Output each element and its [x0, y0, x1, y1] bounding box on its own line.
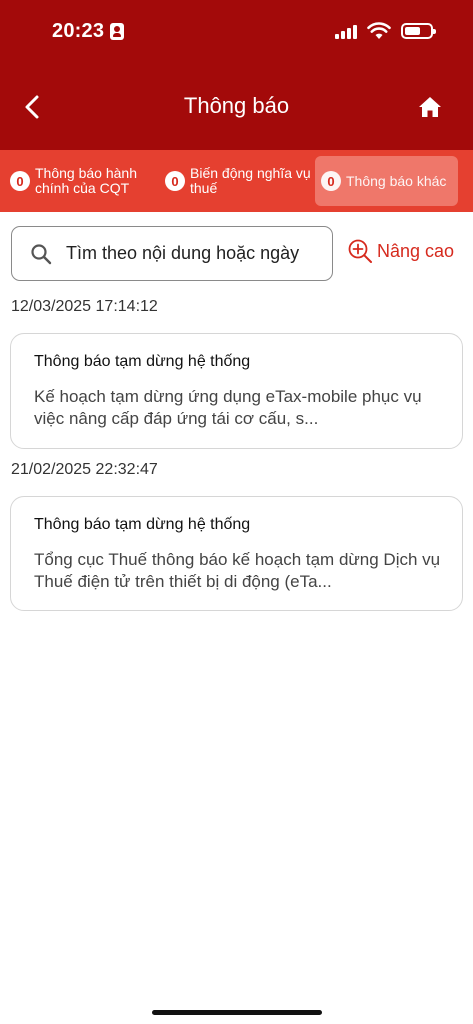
battery-icon — [401, 23, 436, 39]
notification-card[interactable]: Thông báo tạm dừng hệ thống Kế hoạch tạm… — [10, 333, 463, 449]
notification-preview: Kế hoạch tạm dừng ứng dụng eTax-mobile p… — [34, 387, 422, 428]
tab-label: Biến động nghĩa vụ thuế — [190, 165, 311, 196]
wifi-icon — [367, 22, 391, 39]
home-indicator[interactable] — [152, 1010, 322, 1015]
status-time: 20:23 — [52, 20, 105, 42]
count-badge: 0 — [10, 171, 30, 191]
count-badge: 0 — [165, 171, 185, 191]
notification-preview: Tổng cục Thuế thông báo kế hoạch tạm dừn… — [34, 550, 441, 591]
contact-card-icon — [110, 23, 124, 40]
tab-label: Thông báo khác — [346, 172, 447, 189]
status-icons — [335, 22, 436, 40]
zoom-in-icon — [348, 239, 372, 263]
app-header: 20:23 Thông báo — [0, 0, 473, 150]
notification-title: Thông báo tạm dừng hệ thống — [34, 353, 251, 370]
advanced-search-button[interactable]: Nâng cao — [347, 238, 454, 264]
notification-card[interactable]: Thông báo tạm dừng hệ thống Tổng cục Thu… — [10, 496, 463, 611]
home-icon[interactable] — [417, 94, 443, 120]
status-bar: 20:23 — [0, 0, 473, 64]
tab-administrative-notices[interactable]: 0 Thông báo hành chính của CQT — [10, 156, 165, 206]
notification-title: Thông báo tạm dừng hệ thống — [34, 516, 251, 533]
notification-tabs: 0 Thông báo hành chính của CQT 0 Biến độ… — [0, 150, 473, 212]
tab-tax-obligation-changes[interactable]: 0 Biến động nghĩa vụ thuế — [165, 156, 315, 206]
page-title: Thông báo — [183, 93, 290, 118]
tab-other-notices[interactable]: 0 Thông báo khác — [315, 156, 458, 206]
advanced-search-label: Nâng cao — [377, 240, 455, 261]
search-input[interactable] — [66, 243, 328, 264]
notification-date: 12/03/2025 17:14:12 — [11, 298, 158, 315]
notification-date: 21/02/2025 22:32:47 — [11, 461, 158, 478]
search-box — [11, 226, 333, 281]
cellular-signal-icon — [335, 23, 357, 39]
search-icon — [31, 243, 52, 264]
tab-label: Thông báo hành chính của CQT — [35, 165, 137, 196]
count-badge: 0 — [321, 171, 341, 191]
